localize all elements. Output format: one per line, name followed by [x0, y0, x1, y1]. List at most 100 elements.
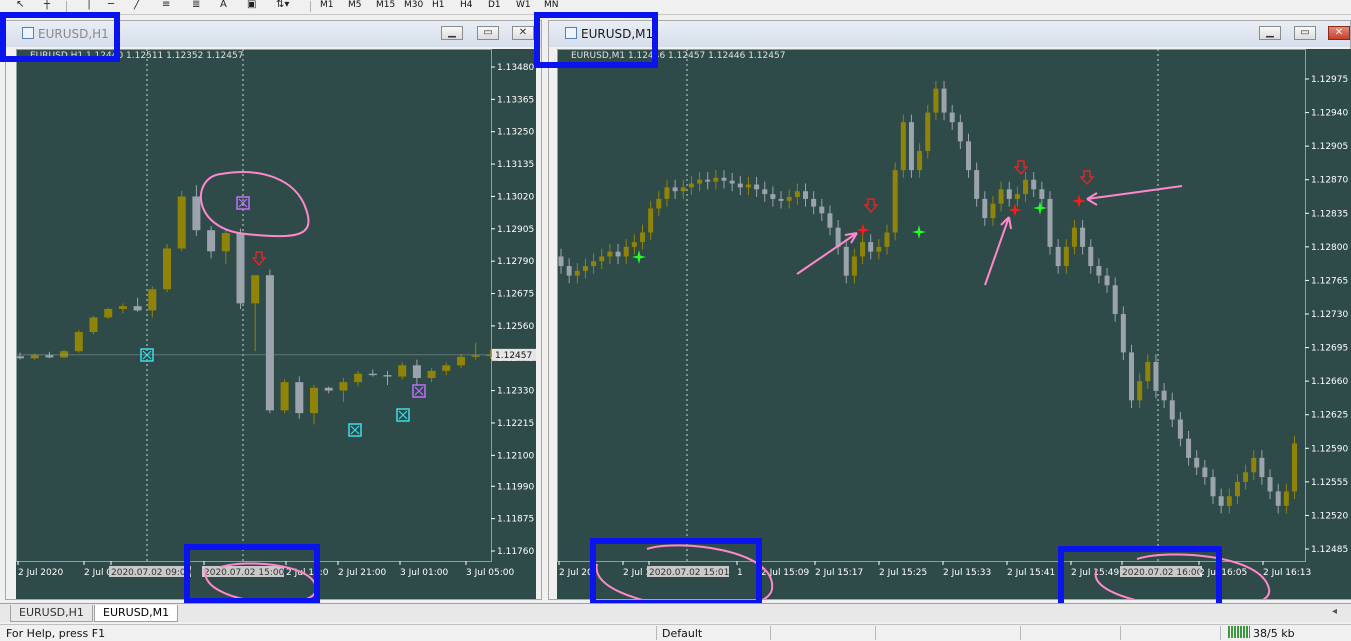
candle-body	[1292, 443, 1297, 492]
text-icon[interactable]: A	[220, 0, 227, 10]
fibonacci-icon[interactable]: ≣	[192, 0, 200, 10]
window-titlebar[interactable]: EURUSD,H1 ▁ ▭ ✕	[6, 21, 541, 47]
current-price-label: 1.12457	[495, 351, 532, 361]
candle-body	[148, 289, 157, 311]
sell-signal-arrow	[1079, 170, 1095, 185]
restore-button[interactable]: ▭	[477, 26, 499, 40]
arrows-icon[interactable]: ⇅▾	[276, 0, 289, 10]
candle-body	[762, 189, 768, 195]
candle-body	[177, 196, 186, 249]
sell-signal-arrow	[863, 198, 879, 213]
candle-body	[1218, 496, 1224, 506]
equidistant-channel-icon[interactable]: ≡	[162, 0, 170, 10]
candle-body	[908, 122, 914, 171]
timeframe-button-m30[interactable]: M30	[404, 0, 423, 13]
tab-scroll-left-icon[interactable]: ◂	[1332, 606, 1337, 617]
chart-area[interactable]: EURUSD,H1 1.12440 1.12511 1.12352 1.1245…	[16, 49, 536, 599]
candle-body	[1243, 472, 1249, 482]
timeframe-button-mn[interactable]: MN	[544, 0, 559, 13]
candle-body	[1063, 246, 1069, 267]
timeframe-button-m1[interactable]: M1	[320, 0, 334, 13]
candle-body	[884, 232, 890, 247]
candle-body	[45, 355, 54, 358]
price-chart: 1.12975 1.12940 1.12905 1.12870 1.12835 1.128…	[557, 49, 1348, 599]
timeframe-button-m15[interactable]: M15	[376, 0, 395, 13]
tab-eurusd-h1[interactable]: EURUSD,H1	[10, 605, 93, 622]
candle-body	[860, 242, 866, 257]
candle-body	[251, 275, 260, 304]
label-icon[interactable]: ▣	[247, 0, 256, 10]
price-label: 1.12790	[497, 257, 534, 267]
candle-body	[457, 356, 465, 366]
candle-body	[688, 183, 694, 188]
price-label: 1.12870	[1311, 176, 1348, 186]
candle-body	[1153, 361, 1159, 391]
status-traffic: 38/5 kb	[1253, 627, 1295, 640]
candle-body	[1186, 438, 1192, 458]
chart-area[interactable]: EURUSD,M1 1.12446 1.12457 1.12446 1.1245…	[557, 49, 1351, 599]
close-button[interactable]: ✕	[1328, 26, 1350, 40]
candle-body	[982, 198, 988, 219]
candle-body	[949, 112, 955, 123]
candle-body	[1275, 491, 1281, 506]
chart-window-m1: EURUSD,M1 ▁ ▭ ✕ EURUSD,M1 1.12446 1.1245…	[548, 20, 1351, 600]
timeframe-button-h1[interactable]: H1	[432, 0, 445, 13]
timeframe-button-w1[interactable]: W1	[516, 0, 531, 13]
close-button[interactable]: ✕	[512, 26, 534, 40]
price-label: 1.12695	[1311, 344, 1348, 354]
price-label: 1.12485	[1311, 545, 1348, 555]
candle-body	[427, 370, 436, 378]
trendline-icon[interactable]: ╱	[134, 0, 140, 10]
window-title: EURUSD,M1	[581, 27, 654, 41]
sell-signal-star	[1072, 194, 1086, 208]
timeframe-button-h4[interactable]: H4	[460, 0, 473, 13]
minimize-button[interactable]: ▁	[441, 26, 463, 40]
candle-body	[383, 375, 392, 377]
vertical-line-icon[interactable]: │	[86, 0, 92, 10]
candle-body	[843, 246, 849, 276]
candle-body	[933, 88, 939, 113]
candle-body	[770, 194, 776, 199]
candle-body	[1169, 400, 1175, 420]
candle-body	[729, 180, 735, 184]
buy-close-marker	[350, 425, 360, 435]
horizontal-line-icon[interactable]: ─	[108, 0, 114, 10]
cursor-icon[interactable]: ↖	[16, 0, 24, 10]
candle-body	[442, 365, 451, 371]
candle-body	[1055, 246, 1061, 267]
timeframe-button-m5[interactable]: M5	[348, 0, 362, 13]
candle-body	[713, 177, 719, 182]
candle-body	[974, 170, 980, 199]
restore-button[interactable]: ▭	[1294, 26, 1316, 40]
candle-body	[892, 170, 898, 233]
candle-body	[1080, 227, 1086, 247]
crosshair-icon[interactable]: ┼	[44, 0, 50, 10]
annotation-arrow	[984, 216, 1012, 286]
annotation-circle	[199, 171, 310, 238]
chart-frame	[16, 49, 492, 562]
status-help-text: For Help, press F1	[6, 627, 106, 640]
candle-body	[737, 183, 743, 188]
chart-tab-bar: EURUSD,H1 EURUSD,M1 ◂	[0, 603, 1351, 622]
candle-body	[1251, 457, 1257, 473]
candle-body	[368, 373, 377, 376]
candle-body	[1006, 189, 1012, 199]
price-label: 1.12215	[497, 419, 534, 429]
candle-body	[672, 187, 678, 192]
timeframe-button-d1[interactable]: D1	[488, 0, 501, 13]
price-label: 1.12590	[1311, 444, 1348, 454]
price-label: 1.12905	[497, 225, 534, 235]
candle-body	[1226, 496, 1232, 506]
window-titlebar[interactable]: EURUSD,M1 ▁ ▭ ✕	[549, 21, 1350, 47]
candle-body	[163, 248, 171, 290]
minimize-button[interactable]: ▁	[1259, 26, 1281, 40]
candle-body	[30, 355, 39, 359]
time-label: 3 Jul 01:00	[400, 568, 449, 578]
buy-signal-star	[1033, 201, 1047, 215]
candle-body	[876, 246, 882, 252]
candle-body	[819, 206, 825, 214]
tab-eurusd-m1[interactable]: EURUSD,M1	[94, 605, 179, 622]
candle-body	[917, 150, 923, 171]
candle-body	[566, 266, 572, 276]
status-profile: Default	[662, 627, 703, 640]
